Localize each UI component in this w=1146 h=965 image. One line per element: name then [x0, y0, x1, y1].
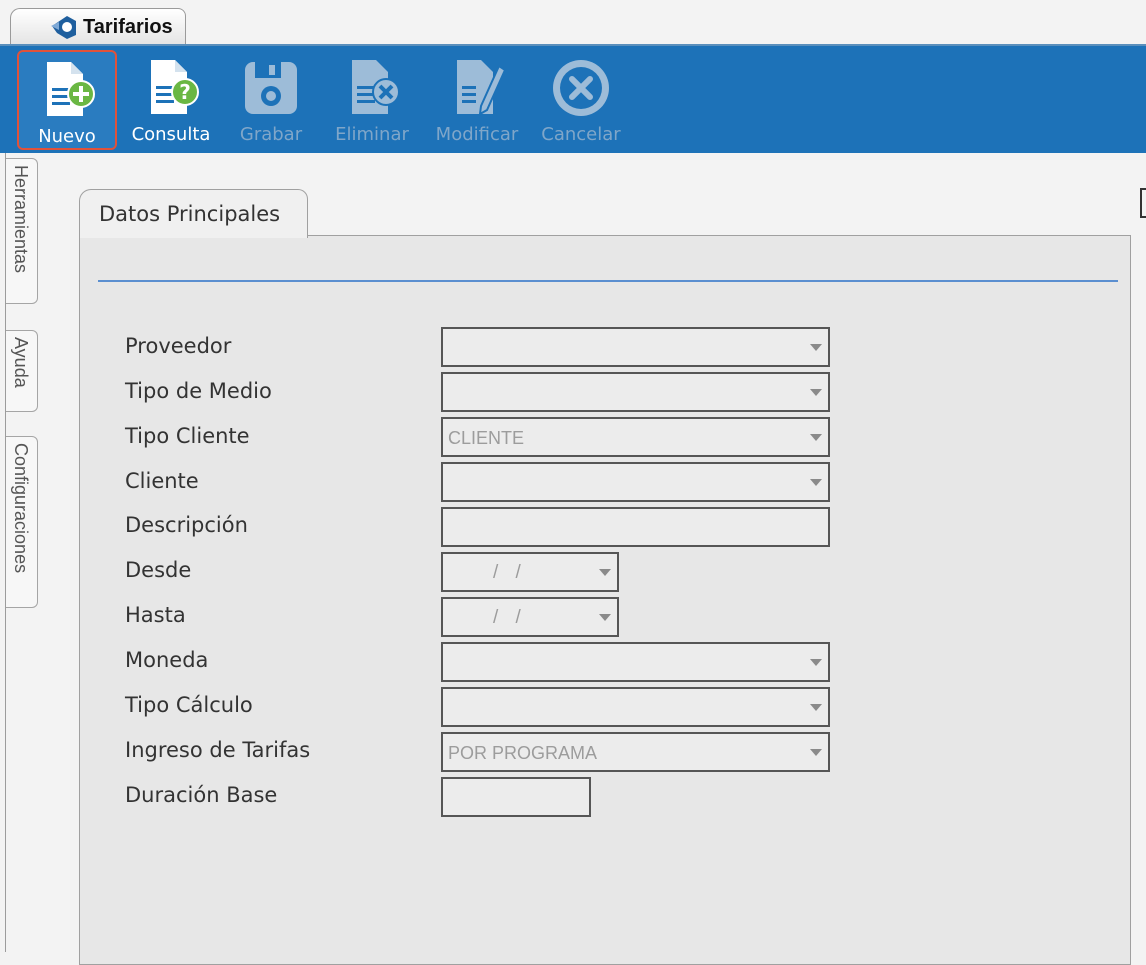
proveedor-label: Proveedor	[125, 334, 232, 358]
proveedor-select[interactable]	[441, 327, 830, 367]
chevron-down-icon[interactable]	[810, 704, 822, 711]
duracion-base-label: Duración Base	[125, 783, 278, 807]
side-tab-herramientas[interactable]: Herramientas	[6, 158, 38, 304]
save-button-label: Grabar	[239, 124, 303, 145]
chevron-down-icon[interactable]	[810, 479, 822, 486]
chevron-down-icon[interactable]	[810, 659, 822, 666]
moneda-label: Moneda	[125, 648, 209, 672]
chevron-down-icon[interactable]	[599, 614, 611, 621]
save-button[interactable]: Grabar	[228, 50, 314, 150]
moneda-select[interactable]	[441, 642, 830, 682]
section-divider	[98, 280, 1118, 282]
tipo-calculo-label: Tipo Cálculo	[125, 693, 253, 717]
chevron-down-icon[interactable]	[810, 434, 822, 441]
chevron-down-icon[interactable]	[810, 749, 822, 756]
chevron-down-icon[interactable]	[599, 569, 611, 576]
descripcion-label: Descripción	[125, 513, 248, 537]
document-edit-icon	[457, 60, 507, 116]
chevron-down-icon[interactable]	[810, 344, 822, 351]
tipo-cliente-value: CLIENTE	[448, 428, 525, 448]
desde-label: Desde	[125, 558, 192, 582]
descripcion-input[interactable]	[441, 507, 830, 547]
new-button-label: Nuevo	[38, 126, 96, 147]
window-tab-tarifarios[interactable]: Tarifarios	[10, 8, 186, 45]
tipo-medio-label: Tipo de Medio	[125, 379, 272, 403]
document-delete-icon	[352, 60, 400, 114]
app-logo-icon	[51, 16, 76, 39]
tipo-medio-select[interactable]	[441, 372, 830, 412]
hasta-date-picker[interactable]: / /	[441, 597, 619, 637]
query-button-label: Consulta	[131, 124, 211, 145]
toolbar: Nuevo ? Consulta Grabar Eliminar Modific…	[0, 44, 1146, 153]
side-tab-configuraciones-label: Configuraciones	[11, 443, 31, 574]
cliente-select[interactable]	[441, 462, 830, 502]
panel-right-edge	[1140, 188, 1146, 218]
side-tab-herramientas-label: Herramientas	[11, 165, 31, 274]
cancel-button-label: Cancelar	[541, 124, 621, 145]
delete-button-label: Eliminar	[335, 124, 409, 145]
hasta-label: Hasta	[125, 603, 186, 627]
ingreso-tarifas-value: POR PROGRAMA	[448, 743, 598, 763]
side-tab-configuraciones[interactable]: Configuraciones	[6, 436, 38, 608]
chevron-down-icon[interactable]	[810, 389, 822, 396]
new-button[interactable]: Nuevo	[17, 50, 117, 150]
edit-button[interactable]: Modificar	[428, 50, 526, 150]
desde-value: / /	[493, 562, 527, 583]
side-tab-ayuda[interactable]: Ayuda	[6, 330, 38, 412]
cliente-label: Cliente	[125, 469, 199, 493]
hasta-value: / /	[493, 607, 527, 628]
tipo-calculo-select[interactable]	[441, 687, 830, 727]
query-button[interactable]: ? Consulta	[124, 50, 218, 150]
window-tab-label: Tarifarios	[83, 16, 173, 38]
desde-date-picker[interactable]: / /	[441, 552, 619, 592]
cancel-circle-icon	[553, 60, 609, 116]
cancel-button[interactable]: Cancelar	[534, 50, 628, 150]
document-add-icon	[47, 62, 95, 116]
duracion-base-input[interactable]	[441, 777, 591, 817]
tab-datos-principales[interactable]: Datos Principales	[79, 189, 308, 238]
tab-datos-principales-label: Datos Principales	[99, 202, 281, 226]
side-tab-ayuda-label: Ayuda	[11, 337, 31, 388]
document-question-icon: ?	[151, 60, 199, 114]
delete-button[interactable]: Eliminar	[326, 50, 418, 150]
svg-text:?: ?	[179, 80, 191, 104]
save-disk-icon	[245, 62, 297, 114]
tipo-cliente-select[interactable]: CLIENTE	[441, 417, 830, 457]
edit-button-label: Modificar	[435, 124, 519, 145]
ingreso-tarifas-select[interactable]: POR PROGRAMA	[441, 732, 830, 772]
window-tab-strip: Tarifarios	[0, 0, 1146, 46]
tipo-cliente-label: Tipo Cliente	[125, 424, 250, 448]
ingreso-tarifas-label: Ingreso de Tarifas	[125, 738, 311, 762]
